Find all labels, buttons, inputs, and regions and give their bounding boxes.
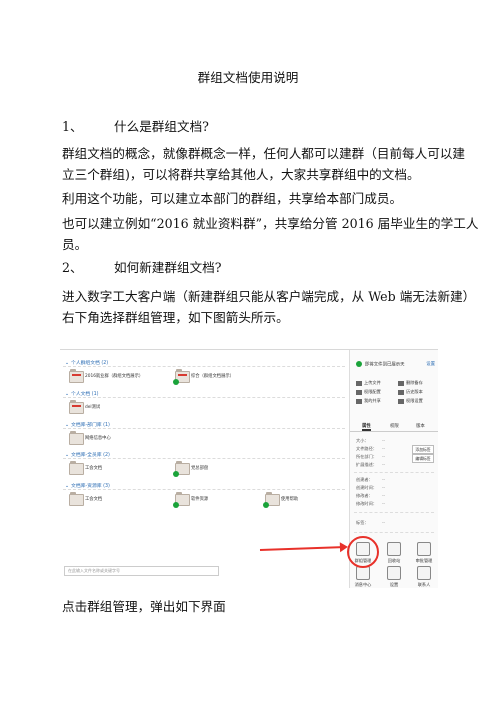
folder-icon [69, 461, 84, 475]
client-screenshot: ⌄ 个人群组文档 (2) 2016就业群（群组文档展示） 综合（群组文档展示） ⌄… [60, 349, 438, 588]
approval-icon [417, 542, 431, 556]
divider [354, 512, 434, 513]
folder-icon [173, 492, 190, 508]
section-all-staff-library[interactable]: ⌄ 文档库-全员库 (2) [65, 451, 110, 458]
history-icon [398, 389, 404, 395]
contacts-button[interactable]: 联系人 [413, 566, 435, 588]
section-divider [63, 458, 345, 459]
gear-icon [387, 566, 401, 580]
upload-icon [356, 380, 362, 386]
settings-button[interactable]: 设置 [383, 566, 405, 588]
question-2-text: 如何新建群组文档? [114, 260, 222, 275]
divider [354, 532, 434, 533]
property-row: 大小： -- [356, 438, 386, 443]
paragraph-1-line-1: 群组文档的概念，就像群概念一样，任何人都可以建群（目前每人可以建 [62, 146, 465, 161]
red-circle-annotation [347, 536, 379, 568]
paragraph-4-line-1: 进入数字工大客户端（新建群组只能从客户端完成，从 Web 端无法新建） [62, 289, 476, 304]
contacts-icon [417, 566, 431, 580]
property-row: 扩展描述： -- [356, 462, 386, 467]
section-resource-library[interactable]: ⌄ 文档库-资源库 (3) [65, 482, 110, 489]
folder-icon [263, 492, 280, 508]
permission-icon [356, 389, 362, 395]
my-share-button[interactable]: 我的共享 [356, 398, 381, 404]
section-personal-docs[interactable]: ⌄ 个人文档 (1) [65, 390, 99, 397]
paragraph-3-line-1: 也可以建立例如“2016 就业资料群”，共享给分管 2016 届毕业生的学工人 [62, 216, 479, 231]
property-row: 所在部门： -- [356, 454, 386, 459]
details-tabs: 属性 权限 版本 [350, 422, 438, 432]
delete-button[interactable]: 删除备存 [398, 380, 423, 386]
question-2: 2、 如何新建群组文档? [62, 260, 222, 276]
permission-settings-button[interactable]: 权限设置 [398, 398, 423, 404]
search-input[interactable]: 在此输入文件名称或关键字号 [64, 566, 219, 576]
folder-icon [69, 492, 84, 506]
question-1: 1、 什么是群组文档? [62, 119, 209, 135]
folder-icon [69, 400, 84, 414]
section-divider [63, 428, 345, 429]
edit-tag-button[interactable]: 编辑标签 [412, 454, 434, 463]
section-dept-library[interactable]: ⌄ 文档库-部门库 (1) [65, 421, 110, 428]
folder-icon [173, 369, 190, 385]
folder-icon [69, 431, 84, 445]
section-divider [63, 489, 345, 490]
message-center-button[interactable]: 消息中心 [352, 566, 374, 588]
recycle-bin-button[interactable]: 回收站 [383, 542, 405, 564]
property-row: 标签： -- [356, 520, 386, 525]
settings-link[interactable]: 设置 [426, 361, 435, 367]
message-icon [356, 566, 370, 580]
tab-properties[interactable]: 属性 [362, 423, 371, 431]
property-row: 创建者： -- [356, 477, 386, 482]
paragraph-5: 点击群组管理，弹出如下界面 [62, 599, 226, 614]
approval-button[interactable]: 审批管理 [413, 542, 435, 564]
property-row: 创建时间： -- [356, 485, 386, 490]
trash-icon [387, 542, 401, 556]
property-row: 文件路径： -- [356, 446, 386, 451]
share-icon [356, 398, 362, 404]
paragraph-2: 利用这个功能，可以建立本部门的群组，共享给本部门成员。 [62, 191, 403, 206]
section-divider [63, 366, 345, 367]
tab-versions[interactable]: 版本 [416, 423, 425, 429]
history-button[interactable]: 历史版本 [398, 389, 423, 395]
upload-button[interactable]: 上传文件 [356, 380, 381, 386]
delete-icon [398, 380, 404, 386]
check-icon [356, 361, 362, 367]
question-1-number: 1、 [62, 119, 83, 134]
property-row: 修改者： -- [356, 493, 386, 498]
paragraph-1-line-2: 立三个群组)，可以将群共享给其他人，大家共享群组中的文档。 [62, 167, 420, 182]
settings-icon [398, 398, 404, 404]
question-1-text: 什么是群组文档? [114, 119, 209, 134]
section-personal-group[interactable]: ⌄ 个人群组文档 (2) [65, 359, 108, 366]
divider [354, 472, 434, 473]
paragraph-4-line-2: 右下角选择群组管理，如下图箭头所示。 [62, 310, 289, 325]
folder-icon [69, 369, 84, 383]
paragraph-3-line-2: 员。 [62, 237, 88, 252]
permission-config-button[interactable]: 权限配置 [356, 389, 381, 395]
section-divider [63, 397, 345, 398]
question-2-number: 2、 [62, 260, 83, 275]
add-tag-button[interactable]: 添加标签 [412, 445, 434, 454]
document-tree-panel: ⌄ 个人群组文档 (2) 2016就业群（群组文档展示） 综合（群组文档展示） ⌄… [60, 350, 348, 588]
folder-icon [173, 461, 190, 477]
property-row: 修改时间： -- [356, 501, 386, 506]
document-title: 群组文档使用说明 [197, 70, 299, 85]
details-header: 即将文件到已展示天 [356, 361, 405, 368]
tab-permissions[interactable]: 权限 [390, 423, 399, 429]
